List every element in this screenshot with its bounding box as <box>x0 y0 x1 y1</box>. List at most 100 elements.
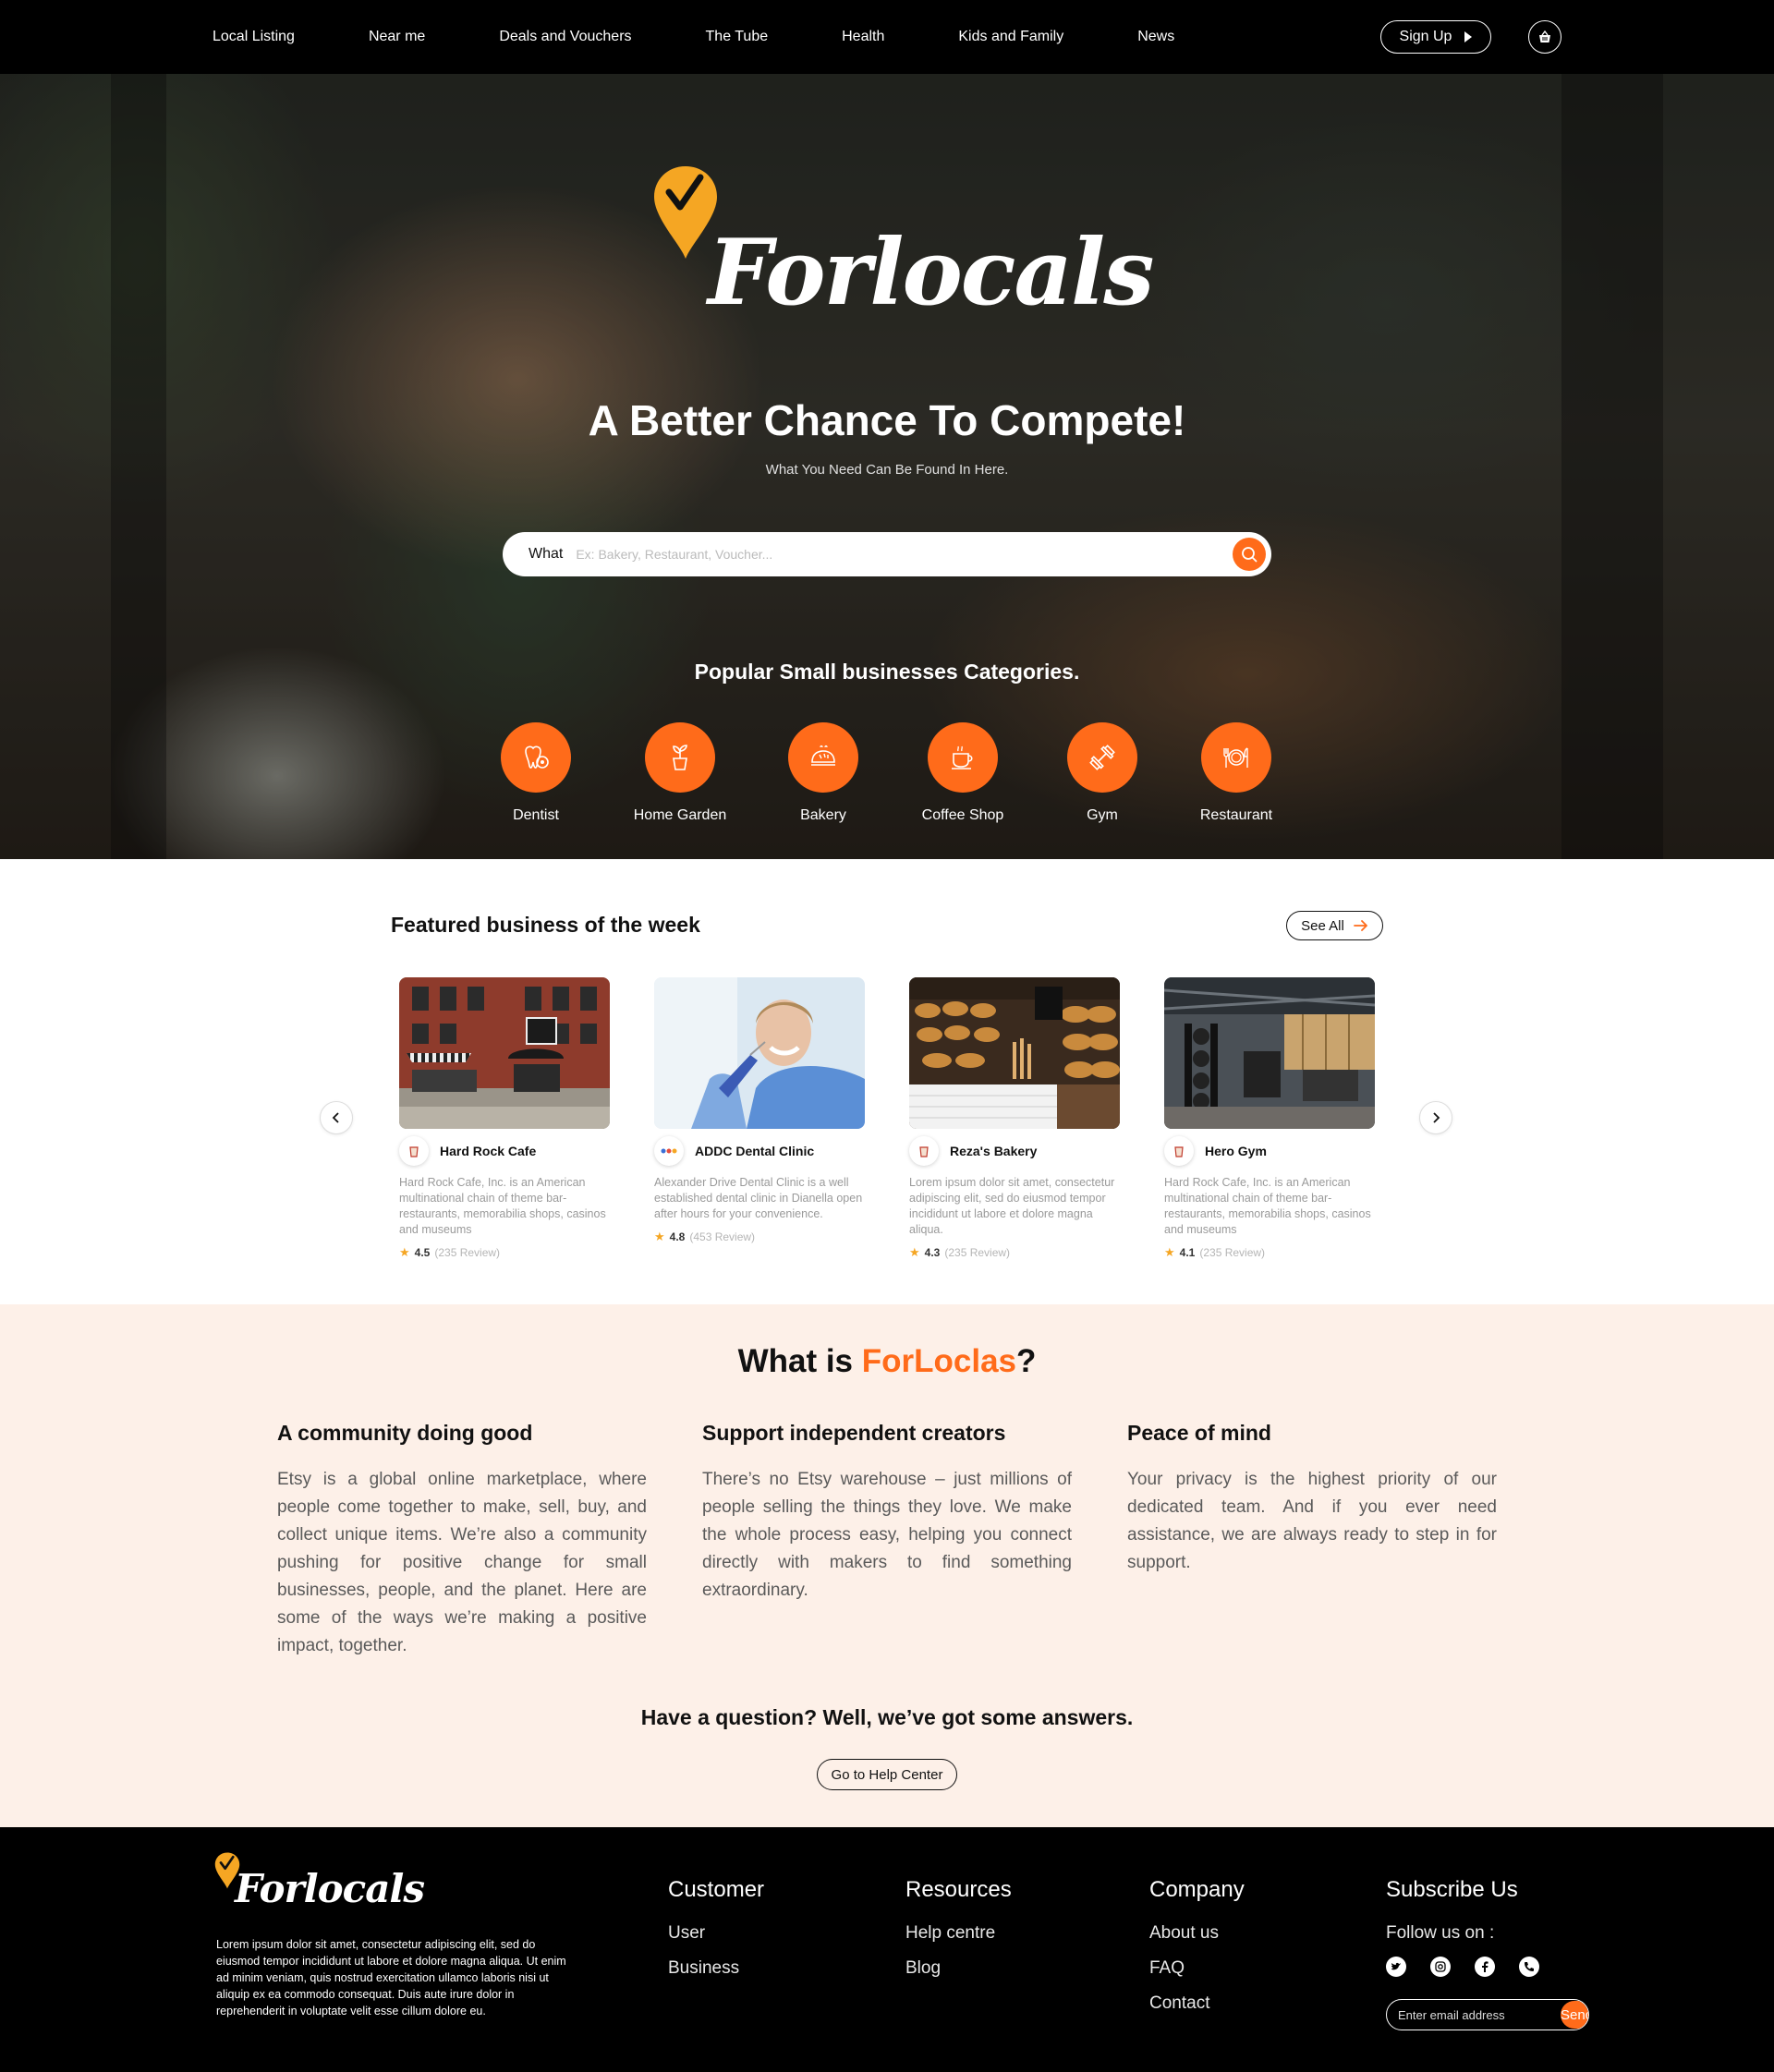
business-description: Alexander Drive Dental Clinic is a well … <box>654 1176 863 1220</box>
feature-text: Etsy is a global online marketplace, whe… <box>277 1470 647 1655</box>
footer-link-contact[interactable]: Contact <box>1149 1993 1245 2014</box>
feature-text: There’s no Etsy warehouse – just million… <box>702 1470 1072 1600</box>
footer-link-user[interactable]: User <box>668 1923 764 1944</box>
business-header: ADDC Dental Clinic <box>654 1136 865 1166</box>
dots-logo-icon <box>661 1148 677 1154</box>
category-coffee-shop[interactable]: Coffee Shop <box>889 722 1037 824</box>
business-description: Hard Rock Cafe, Inc. is an American mult… <box>1164 1176 1371 1236</box>
hero-content: Forlocals A Better Chance To Compete! Wh… <box>0 74 1774 859</box>
instagram-icon[interactable] <box>1430 1957 1451 1977</box>
nav-link-news[interactable]: News <box>1137 29 1174 45</box>
help-center-button[interactable]: Go to Help Center <box>817 1759 957 1790</box>
business-description: Hard Rock Cafe, Inc. is an American mult… <box>399 1176 606 1236</box>
nav-link-local-listing[interactable]: Local Listing <box>213 29 295 45</box>
carousel-prev-button[interactable] <box>320 1101 353 1134</box>
search-button[interactable] <box>1233 538 1266 571</box>
footer-wordmark: Forlocals <box>235 1866 425 1911</box>
category-dentist[interactable]: Dentist <box>462 722 610 824</box>
footer-logo: Forlocals <box>214 1851 425 1925</box>
business-rating: ★ 4.5 (235 Review) <box>399 1245 610 1260</box>
twitter-icon[interactable] <box>1386 1957 1406 1977</box>
category-gym[interactable]: Gym <box>1028 722 1176 824</box>
footer-about-text: Lorem ipsum dolor sit amet, consectetur … <box>216 1938 566 2017</box>
business-card-addc-dental[interactable]: ADDC Dental Clinic Alexander Drive Denta… <box>654 977 865 1244</box>
nav-link-deals-vouchers[interactable]: Deals and Vouchers <box>499 29 631 45</box>
see-all-label: See All <box>1301 917 1344 934</box>
phone-icon[interactable] <box>1519 1957 1539 1977</box>
category-bakery[interactable]: Bakery <box>749 722 897 824</box>
nav-link-the-tube[interactable]: The Tube <box>706 29 769 45</box>
see-all-button[interactable]: See All <box>1286 911 1383 940</box>
featured-title: Featured business of the week <box>391 913 700 937</box>
business-name: Hero Gym <box>1205 1144 1267 1158</box>
review-count: (453 Review) <box>689 1230 756 1243</box>
dumbbell-icon <box>1089 745 1115 770</box>
category-label: Dentist <box>513 807 559 823</box>
tooth-icon <box>525 745 549 769</box>
cup-logo-icon <box>919 1146 929 1157</box>
rating-value: 4.5 <box>414 1246 431 1259</box>
what-is-title: What is ForLoclas? <box>0 1343 1774 1380</box>
business-card-hero-gym[interactable]: Hero Gym Hard Rock Cafe, Inc. is an Amer… <box>1164 977 1375 1260</box>
plate-cutlery-icon <box>1223 747 1248 768</box>
subscribe-form: Send <box>1386 1999 1589 2030</box>
business-name: Reza's Bakery <box>950 1144 1038 1158</box>
review-count: (235 Review) <box>434 1246 501 1259</box>
facebook-icon[interactable] <box>1475 1957 1495 1977</box>
sign-up-button[interactable]: Sign Up <box>1380 20 1491 54</box>
footer-column-resources: Resources Help centre Blog <box>905 1877 1012 1993</box>
category-circle <box>501 722 571 793</box>
business-description: Lorem ipsum dolor sit amet, consectetur … <box>909 1176 1115 1236</box>
category-home-garden[interactable]: Home Garden <box>606 722 754 824</box>
cup-logo-icon <box>409 1146 419 1157</box>
what-is-section: What is ForLoclas? A community doing goo… <box>0 1304 1774 1827</box>
business-rating: ★ 4.3 (235 Review) <box>909 1245 1120 1260</box>
business-photo <box>909 977 1120 1129</box>
search-input[interactable] <box>576 547 1223 562</box>
sign-up-label: Sign Up <box>1399 29 1452 44</box>
brand-wordmark: Forlocals <box>708 220 1154 326</box>
footer-column-company: Company About us FAQ Contact <box>1149 1877 1245 2029</box>
business-card-rezas-bakery[interactable]: Reza's Bakery Lorem ipsum dolor sit amet… <box>909 977 1120 1260</box>
top-navigation: Local Listing Near me Deals and Vouchers… <box>0 0 1774 74</box>
help-question: Have a question? Well, we’ve got some an… <box>640 1705 1134 1729</box>
nav-link-health[interactable]: Health <box>842 29 884 45</box>
footer-link-faq[interactable]: FAQ <box>1149 1958 1245 1979</box>
feature-title: Support independent creators <box>702 1421 1006 1445</box>
footer-link-blog[interactable]: Blog <box>905 1958 1012 1979</box>
nav-link-kids-family[interactable]: Kids and Family <box>958 29 1063 45</box>
star-icon: ★ <box>909 1245 920 1259</box>
hero-section: Forlocals A Better Chance To Compete! Wh… <box>0 74 1774 859</box>
chevron-right-icon <box>1433 1112 1440 1123</box>
hero-headline: A Better Chance To Compete! <box>588 396 1186 444</box>
footer-column-customer: Customer User Business <box>668 1877 764 1993</box>
business-card-hard-rock-cafe[interactable]: Hard Rock Cafe Hard Rock Cafe, Inc. is a… <box>399 977 610 1260</box>
feature-column: Support independent creators There’s no … <box>702 1421 1072 1605</box>
category-restaurant[interactable]: Restaurant <box>1162 722 1310 824</box>
category-circle <box>1067 722 1137 793</box>
star-icon: ★ <box>399 1245 410 1259</box>
basket-icon <box>1539 30 1550 42</box>
follow-us-label: Follow us on : <box>1386 1923 1495 1943</box>
category-circle <box>645 722 715 793</box>
footer-link-about-us[interactable]: About us <box>1149 1923 1245 1944</box>
carousel-next-button[interactable] <box>1419 1101 1452 1134</box>
footer: Forlocals Lorem ipsum dolor sit amet, co… <box>0 1827 1774 2072</box>
footer-link-help-centre[interactable]: Help centre <box>905 1923 1012 1944</box>
basket-button[interactable] <box>1528 20 1561 54</box>
send-button[interactable]: Send <box>1561 2001 1588 2029</box>
business-logo <box>399 1136 429 1166</box>
footer-link-business[interactable]: Business <box>668 1958 764 1979</box>
category-circle <box>1201 722 1271 793</box>
business-header: Reza's Bakery <box>909 1136 1120 1166</box>
page: Local Listing Near me Deals and Vouchers… <box>0 0 1774 2072</box>
email-input[interactable] <box>1387 2007 1561 2022</box>
review-count: (235 Review) <box>944 1246 1011 1259</box>
business-name: Hard Rock Cafe <box>440 1144 537 1158</box>
search-label: What <box>529 546 564 562</box>
brand-logo: Forlocals <box>652 164 1154 340</box>
business-rating: ★ 4.1 (235 Review) <box>1164 1245 1375 1260</box>
business-logo <box>654 1136 684 1166</box>
nav-link-near-me[interactable]: Near me <box>369 29 425 45</box>
business-photo <box>399 977 610 1129</box>
